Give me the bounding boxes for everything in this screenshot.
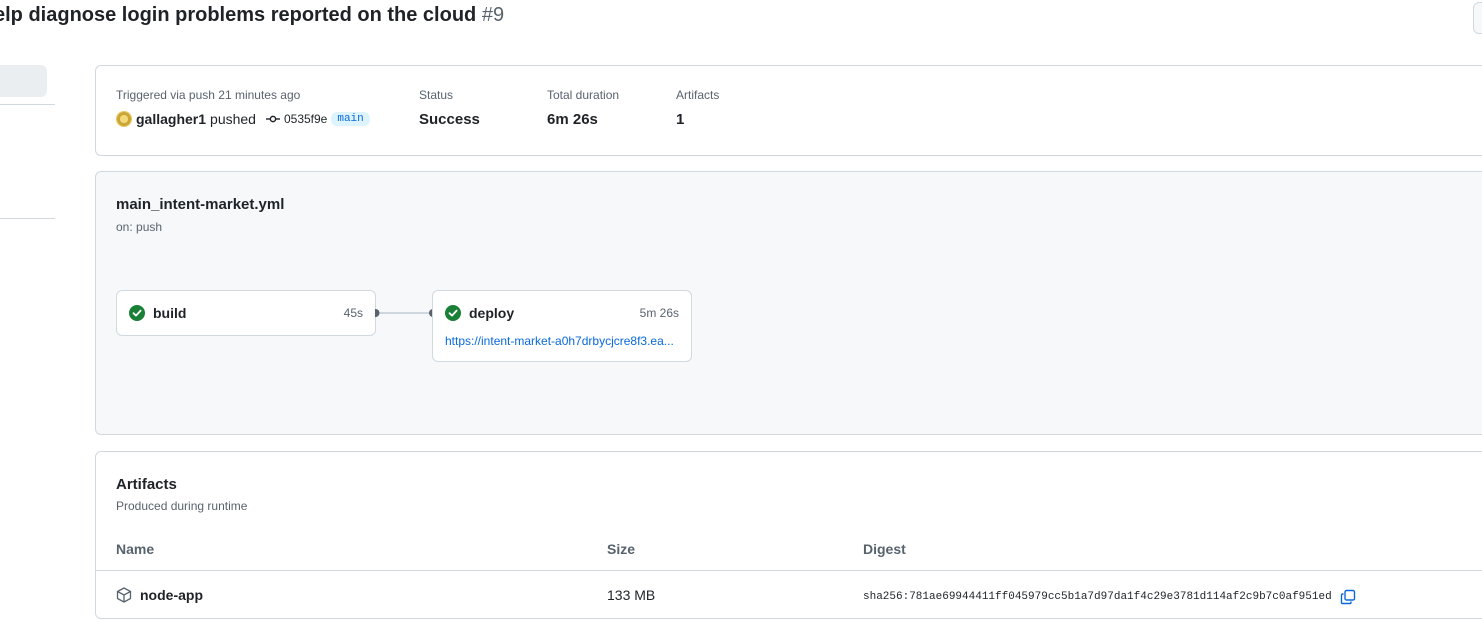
job-build[interactable]: build 45s: [116, 290, 376, 336]
job-name: deploy: [469, 305, 515, 321]
workflow-run-page: elp diagnose login problems reported on …: [0, 0, 1482, 622]
workflow-trigger: on: push: [116, 220, 163, 234]
action-text: pushed: [210, 111, 256, 127]
artifact-digest: sha256:781ae69944411ff045979cc5b1a7d97da…: [863, 589, 1356, 605]
branch-badge[interactable]: main: [331, 112, 370, 126]
run-summary-box: Triggered via push 21 minutes ago gallag…: [95, 65, 1482, 156]
table-row: node-app: [116, 587, 203, 603]
status-value: Success: [419, 111, 480, 128]
artifacts-subtitle: Produced during runtime: [116, 499, 248, 513]
header-action-button[interactable]: [1473, 2, 1482, 34]
column-header-digest: Digest: [863, 541, 906, 557]
job-name: build: [153, 305, 187, 321]
status-label: Status: [419, 88, 454, 102]
check-circle-icon: [129, 305, 145, 321]
run-number: #9: [481, 4, 505, 26]
duration-label: Total duration: [547, 88, 620, 102]
sidebar-item-summary[interactable]: [0, 65, 47, 97]
package-icon: [116, 587, 132, 603]
commit-sha-link[interactable]: 0535f9e: [284, 112, 327, 126]
git-commit-icon: [265, 112, 280, 126]
duration-info: Total duration 6m 26s: [547, 88, 619, 128]
sidebar-divider: [0, 104, 55, 105]
job-duration: 5m 26s: [639, 306, 679, 320]
run-title-text: elp diagnose login problems reported on …: [0, 4, 477, 26]
avatar[interactable]: [116, 111, 132, 127]
column-header-size: Size: [607, 541, 636, 557]
sidebar-divider: [0, 218, 55, 219]
artifact-name-link[interactable]: node-app: [140, 587, 203, 603]
artifacts-info: Artifacts 1: [676, 88, 719, 128]
table-divider: [96, 570, 1482, 571]
copy-icon[interactable]: [1340, 589, 1356, 605]
workflow-graph: main_intent-market.yml on: push build 45…: [95, 171, 1482, 435]
artifacts-title: Artifacts: [116, 476, 177, 493]
job-deploy[interactable]: deploy 5m 26s https://intent-market-a0h7…: [432, 290, 692, 362]
check-circle-icon: [445, 305, 461, 321]
trigger-label: Triggered via push 21 minutes ago: [116, 88, 301, 102]
artifacts-count-link[interactable]: 1: [676, 111, 719, 128]
actor-link[interactable]: gallagher1: [136, 111, 206, 127]
job-duration: 45s: [343, 306, 363, 320]
artifacts-section: Artifacts Produced during runtime Name S…: [95, 451, 1482, 619]
workflow-file-name: main_intent-market.yml: [116, 196, 285, 213]
status-info: Status Success: [419, 88, 480, 128]
job-connector: [375, 309, 434, 317]
column-header-name: Name: [116, 541, 155, 557]
deployment-url-link[interactable]: https://intent-market-a0h7drbycjcre8f3.e…: [445, 334, 679, 348]
artifact-size: 133 MB: [607, 587, 656, 603]
duration-value[interactable]: 6m 26s: [547, 111, 619, 128]
artifacts-label: Artifacts: [676, 88, 720, 102]
digest-value: sha256:781ae69944411ff045979cc5b1a7d97da…: [863, 591, 1332, 603]
trigger-info: Triggered via push 21 minutes ago gallag…: [116, 88, 370, 127]
page-title: elp diagnose login problems reported on …: [0, 4, 504, 27]
